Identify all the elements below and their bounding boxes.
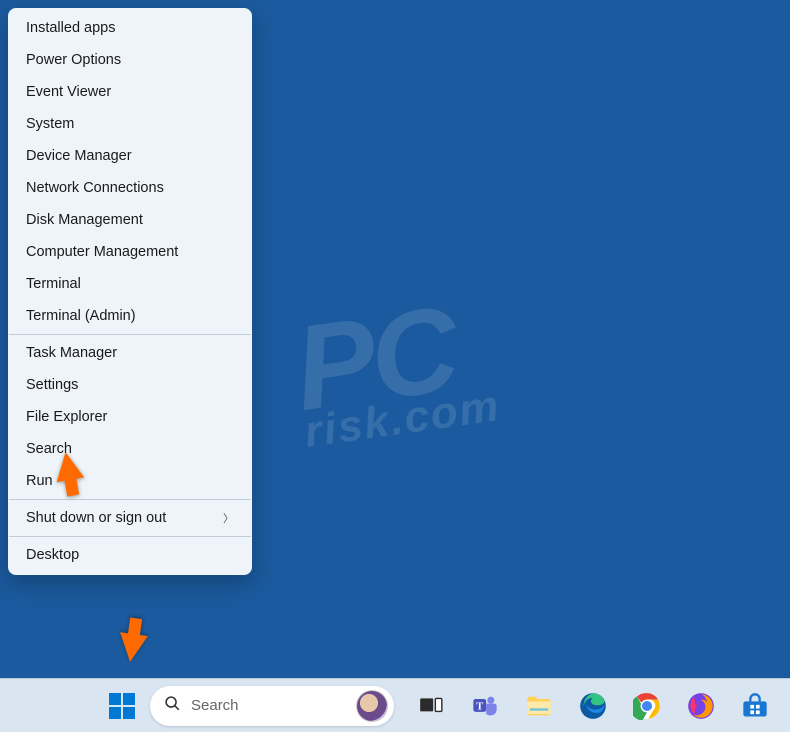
menu-item-system[interactable]: System: [8, 108, 252, 140]
svg-text:T: T: [476, 701, 483, 712]
menu-item-settings[interactable]: Settings: [8, 369, 252, 401]
taskbar: Search T: [0, 678, 790, 732]
teams-icon: T: [471, 692, 499, 720]
windows-logo-icon: [109, 693, 135, 719]
menu-item-disk-management[interactable]: Disk Management: [8, 204, 252, 236]
menu-item-desktop[interactable]: Desktop: [8, 539, 252, 571]
chevron-right-icon: 〉: [223, 510, 234, 526]
winx-context-menu: Installed apps Power Options Event Viewe…: [8, 8, 252, 575]
firefox-button[interactable]: [680, 685, 722, 727]
menu-separator: [9, 536, 251, 537]
menu-item-run[interactable]: Run: [8, 465, 252, 497]
menu-item-power-options[interactable]: Power Options: [8, 44, 252, 76]
menu-separator: [9, 499, 251, 500]
search-icon: [164, 695, 181, 717]
taskbar-search[interactable]: Search: [150, 686, 394, 726]
menu-item-task-manager[interactable]: Task Manager: [8, 337, 252, 369]
edge-button[interactable]: [572, 685, 614, 727]
menu-separator: [9, 334, 251, 335]
taskview-button[interactable]: [410, 685, 452, 727]
edge-icon: [579, 692, 607, 720]
menu-item-installed-apps[interactable]: Installed apps: [8, 12, 252, 44]
watermark-sub: risk.com: [302, 381, 504, 458]
taskview-icon: [418, 693, 444, 719]
annotation-arrow-start: [116, 632, 148, 664]
menu-item-network-connections[interactable]: Network Connections: [8, 172, 252, 204]
menu-item-search[interactable]: Search: [8, 433, 252, 465]
menu-item-computer-management[interactable]: Computer Management: [8, 236, 252, 268]
watermark-main: PC: [287, 281, 463, 436]
menu-item-file-explorer[interactable]: File Explorer: [8, 401, 252, 433]
firefox-icon: [687, 692, 715, 720]
start-button[interactable]: [104, 684, 140, 728]
watermark: PC risk.com: [286, 274, 503, 458]
chrome-icon: [633, 692, 661, 720]
annotation-arrow-settings: [52, 450, 84, 482]
teams-button[interactable]: T: [464, 685, 506, 727]
search-placeholder: Search: [191, 697, 346, 714]
store-icon: [741, 692, 769, 720]
store-button[interactable]: [734, 685, 776, 727]
menu-item-device-manager[interactable]: Device Manager: [8, 140, 252, 172]
menu-item-shutdown-signout[interactable]: Shut down or sign out 〉: [8, 502, 252, 534]
search-highlight-avatar[interactable]: [356, 690, 388, 722]
taskbar-pinned-icons: T: [410, 685, 776, 727]
file-explorer-button[interactable]: [518, 685, 560, 727]
file-explorer-icon: [525, 692, 553, 720]
chrome-button[interactable]: [626, 685, 668, 727]
menu-item-terminal-admin[interactable]: Terminal (Admin): [8, 300, 252, 332]
menu-item-event-viewer[interactable]: Event Viewer: [8, 76, 252, 108]
menu-item-terminal[interactable]: Terminal: [8, 268, 252, 300]
